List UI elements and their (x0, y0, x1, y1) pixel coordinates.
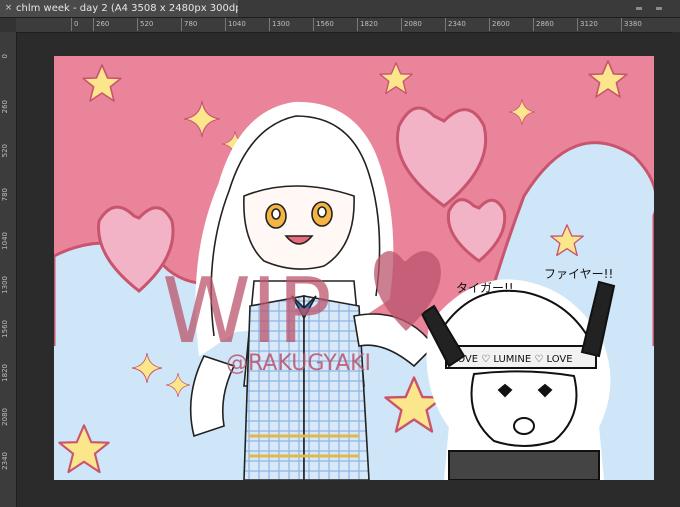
ruler-tick: 780 (1, 188, 9, 202)
ruler-tick: 2860 (533, 18, 554, 31)
ruler-tick: 1560 (1, 320, 9, 338)
shout-right-text: ファイヤー!! (544, 267, 613, 281)
watermark-handle: @RAKUGYAKI (226, 351, 371, 376)
ruler-tick: 0 (1, 54, 9, 59)
ruler-corner (0, 18, 16, 32)
shout-left-text: タイガー!! (456, 281, 514, 295)
vertical-scrollbar[interactable] (672, 32, 680, 507)
ruler-tick: 1300 (269, 18, 290, 31)
artwork: LOVE ♡ LUMINE ♡ LOVE タイガー!! ファイヤー!! WIP … (54, 56, 654, 480)
ruler-tick: 520 (1, 144, 9, 158)
menu-icon[interactable] (656, 7, 662, 10)
minimize-icon[interactable] (636, 7, 642, 10)
vertical-ruler: 0 260 520 780 1040 1300 1560 1820 2080 2… (0, 32, 17, 507)
document-tab[interactable]: × chlm week - day 2 (A4 3508 x 2480px 30… (0, 0, 238, 17)
horizontal-ruler: 0 260 520 780 1040 1300 1560 1820 2080 2… (16, 18, 680, 33)
ruler-tick: 2080 (1, 408, 9, 426)
ruler-tick: 1820 (357, 18, 378, 31)
ruler-tick: 3120 (577, 18, 598, 31)
drawing-canvas[interactable]: LOVE ♡ LUMINE ♡ LOVE タイガー!! ファイヤー!! WIP … (54, 56, 654, 480)
ruler-tick: 0 (70, 18, 79, 31)
ruler-tick: 1040 (225, 18, 246, 31)
ruler-tick: 1820 (1, 364, 9, 382)
ruler-tick: 2600 (489, 18, 510, 31)
document-title: chlm week - day 2 (A4 3508 x 2480px 300d… (16, 3, 238, 14)
ruler-tick: 520 (136, 18, 154, 31)
ruler-tick: 260 (1, 100, 9, 114)
close-icon[interactable]: × (4, 4, 13, 13)
ruler-tick: 260 (92, 18, 110, 31)
ruler-tick: 3380 (621, 18, 642, 31)
ruler-tick: 1560 (313, 18, 334, 31)
window-controls (634, 3, 674, 14)
tab-bar: × chlm week - day 2 (A4 3508 x 2480px 30… (0, 0, 680, 18)
ruler-tick: 2340 (445, 18, 466, 31)
watermark-wip: WIP (162, 259, 332, 364)
ruler-tick: 780 (180, 18, 198, 31)
ruler-tick: 2340 (1, 452, 9, 470)
headband-text: LOVE ♡ LUMINE ♡ LOVE (452, 354, 573, 365)
ruler-tick: 1300 (1, 276, 9, 294)
ruler-tick: 2080 (401, 18, 422, 31)
ruler-tick: 1040 (1, 232, 9, 250)
